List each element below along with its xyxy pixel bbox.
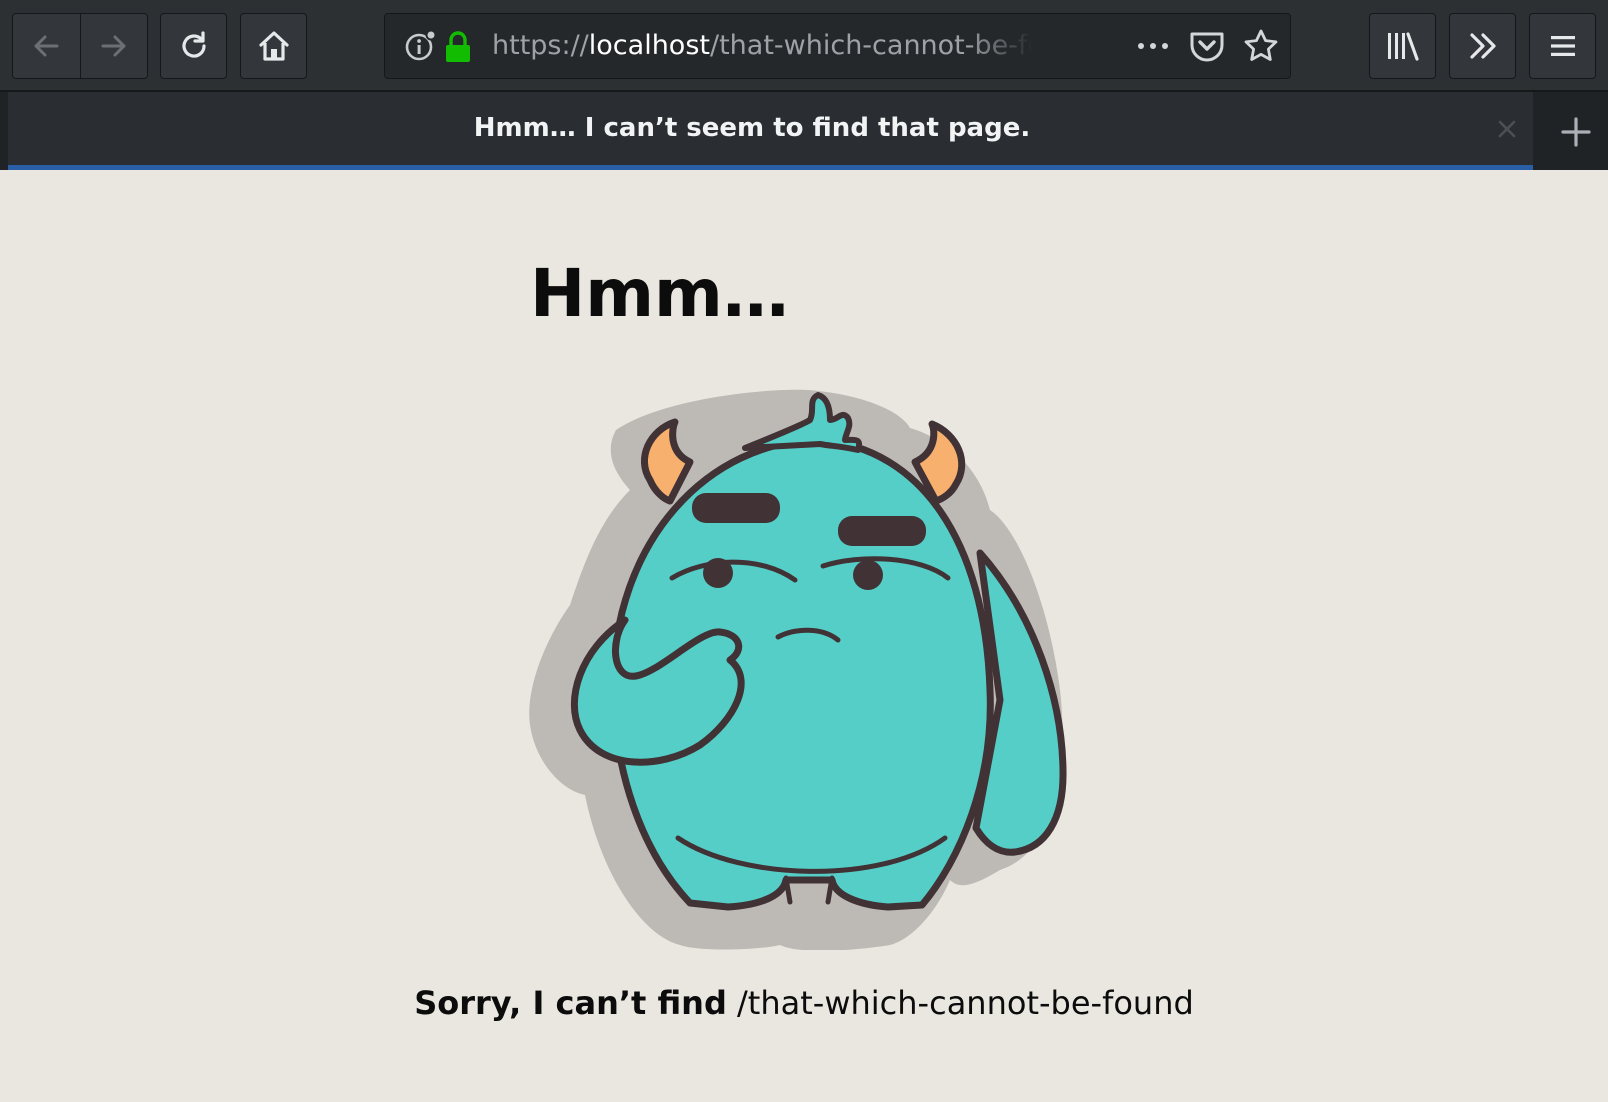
back-arrow-icon xyxy=(34,35,59,57)
nav-buttons xyxy=(12,13,148,79)
home-button[interactable] xyxy=(240,13,307,79)
info-icon[interactable] xyxy=(403,28,439,64)
library-button[interactable] xyxy=(1369,13,1436,79)
browser-toolbar: https://localhost/that-which-cannot-be-f… xyxy=(0,0,1608,92)
message-prefix: Sorry, I can’t find xyxy=(414,984,727,1022)
url-bar[interactable]: https://localhost/that-which-cannot-be-f… xyxy=(384,13,1291,79)
reload-button[interactable] xyxy=(160,13,227,79)
url-host: localhost xyxy=(588,30,710,61)
overflow-button[interactable] xyxy=(1449,13,1516,79)
lock-icon[interactable] xyxy=(444,30,472,64)
chevron-double-right-icon xyxy=(1469,33,1496,59)
home-icon xyxy=(258,31,289,61)
message-path: /that-which-cannot-be-found xyxy=(737,984,1194,1022)
url-scheme: https:// xyxy=(492,30,589,61)
hamburger-menu-icon xyxy=(1550,36,1575,56)
forward-arrow-icon xyxy=(101,35,126,57)
page-heading: Hmm… xyxy=(530,255,789,332)
not-found-message: Sorry, I can’t find /that-which-cannot-b… xyxy=(0,983,1608,1023)
star-icon[interactable] xyxy=(1243,28,1279,64)
forward-button[interactable] xyxy=(79,14,148,78)
active-tab[interactable]: Hmm… I can’t seem to find that page. xyxy=(8,92,1533,170)
library-icon xyxy=(1387,32,1419,61)
menu-button[interactable] xyxy=(1529,13,1596,79)
reload-icon xyxy=(181,31,206,58)
plus-icon[interactable] xyxy=(1560,116,1592,148)
tab-strip: Hmm… I can’t seem to find that page. xyxy=(0,92,1608,170)
back-button[interactable] xyxy=(13,14,80,78)
more-dots-icon[interactable] xyxy=(1133,28,1173,64)
url-text[interactable]: https://localhost/that-which-cannot-be-f… xyxy=(492,14,1032,78)
close-icon[interactable] xyxy=(1496,118,1518,140)
pocket-icon[interactable] xyxy=(1188,28,1226,64)
thinking-monster-illustration xyxy=(529,389,1067,950)
tab-title: Hmm… I can’t seem to find that page. xyxy=(473,113,1031,143)
url-path: /that-which-cannot-be-found xyxy=(709,30,1032,61)
